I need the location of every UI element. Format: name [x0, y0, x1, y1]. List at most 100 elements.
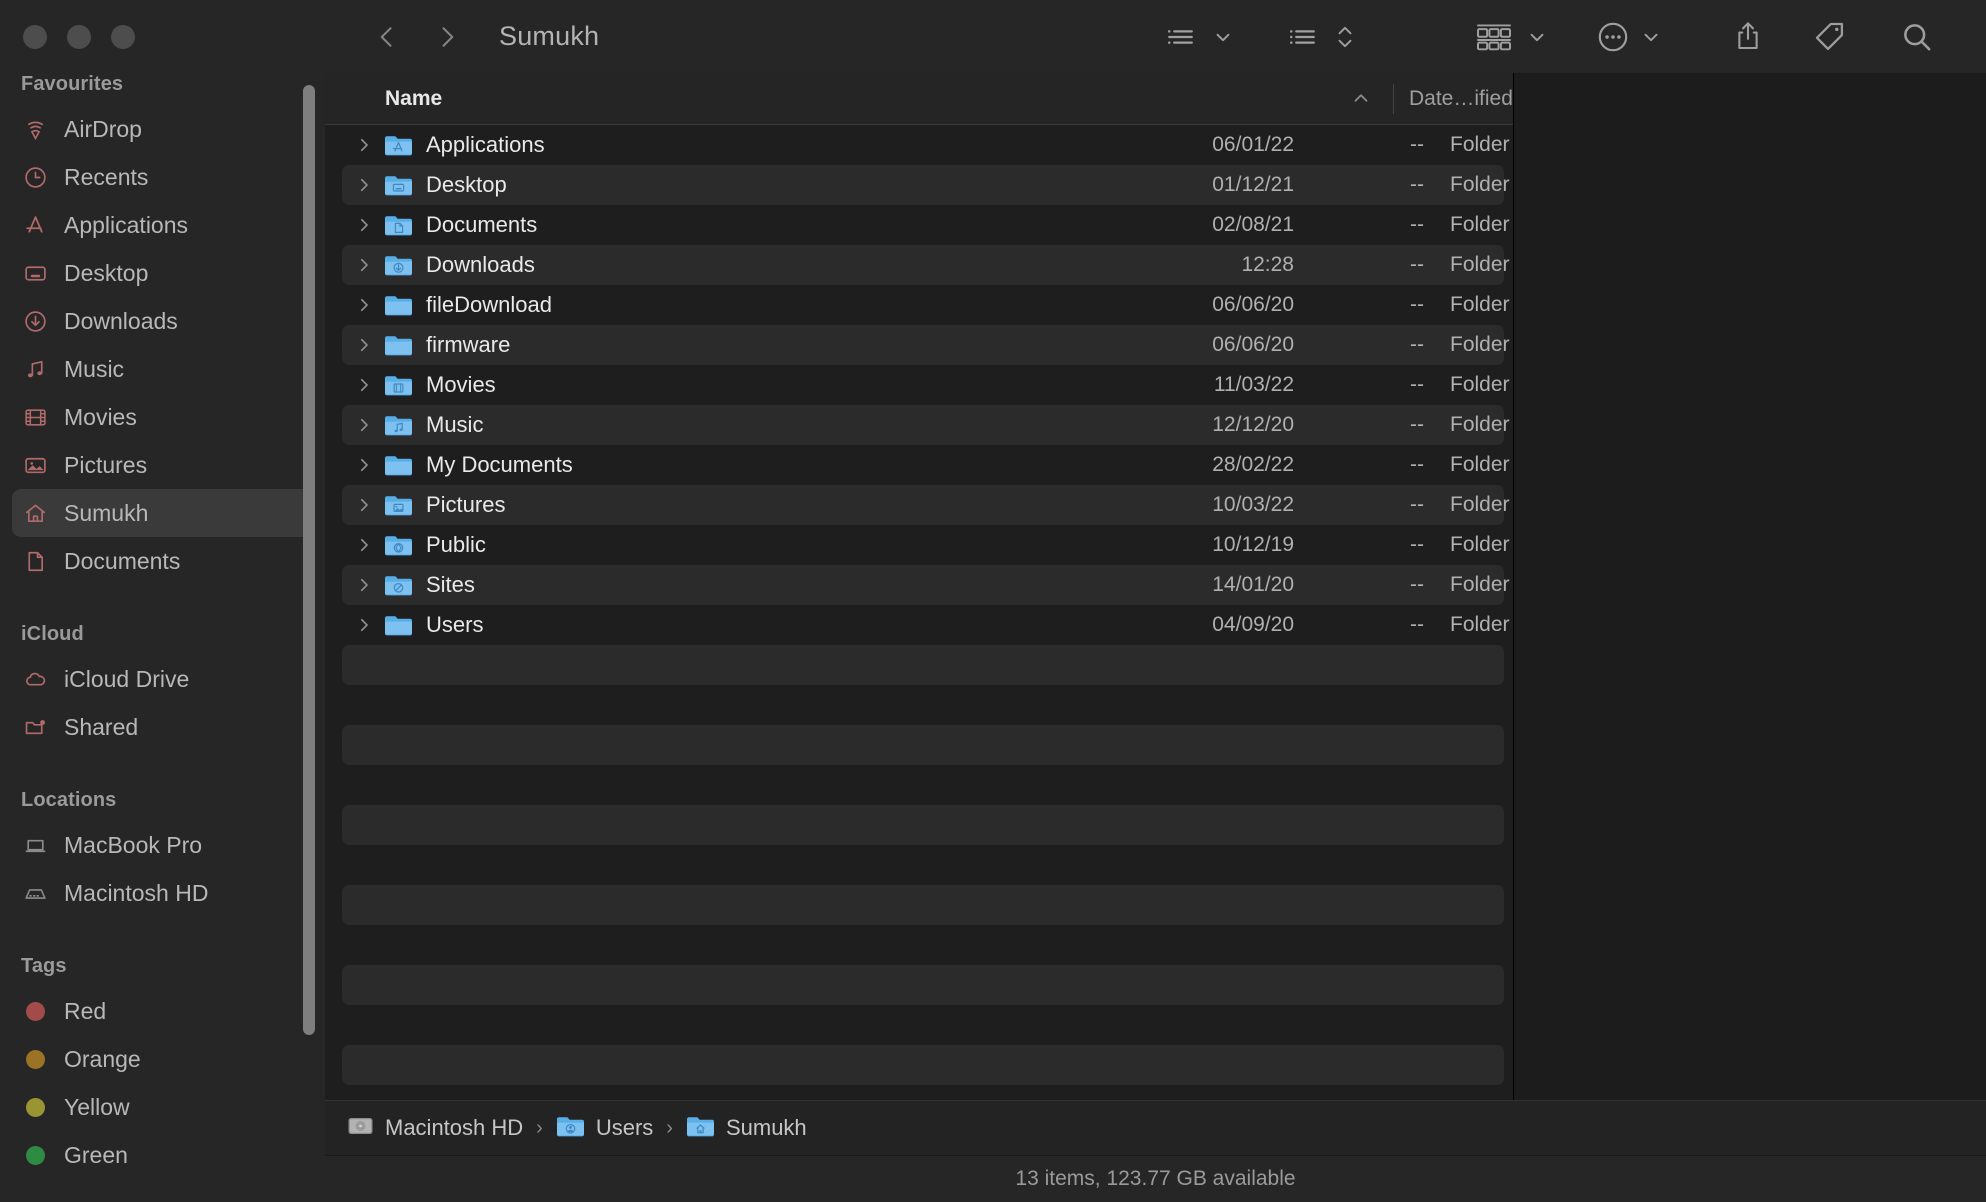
file-kind: Folder [1450, 333, 1510, 356]
file-kind: Folder [1450, 613, 1510, 636]
sidebar-item-tag-green[interactable]: Green [12, 1131, 313, 1179]
sidebar-item-sumukh[interactable]: Sumukh [12, 489, 313, 537]
share-button[interactable] [1732, 13, 1764, 61]
minimize-button[interactable] [67, 25, 91, 49]
disclosure-chevron-icon[interactable] [355, 176, 373, 194]
table-row[interactable]: firmware 06/06/20 -- Folder [342, 325, 1510, 365]
sidebar-item-music[interactable]: Music [12, 345, 313, 393]
file-size: -- [1410, 173, 1424, 196]
column-header-name[interactable]: Name [385, 73, 442, 125]
table-row[interactable]: Users 04/09/20 -- Folder [342, 605, 1510, 645]
chevron-down-icon [1640, 26, 1662, 48]
file-name: Sites [426, 572, 475, 597]
table-row[interactable]: Movies 11/03/22 -- Folder [342, 365, 1510, 405]
file-kind: Folder [1450, 493, 1510, 516]
file-date: 12/12/20 [1212, 413, 1294, 436]
file-kind: Folder [1450, 253, 1510, 276]
table-row[interactable]: Desktop 01/12/21 -- Folder [342, 165, 1510, 205]
sidebar-item-shared[interactable]: Shared [12, 703, 313, 751]
sidebar-item-airdrop[interactable]: AirDrop [12, 105, 313, 153]
table-row[interactable]: Music 12/12/20 -- Folder [342, 405, 1510, 445]
sidebar-item-documents[interactable]: Documents [12, 537, 313, 585]
disclosure-chevron-icon[interactable] [355, 296, 373, 314]
close-button[interactable] [23, 25, 47, 49]
zoom-button[interactable] [111, 25, 135, 49]
sidebar-item-downloads[interactable]: Downloads [12, 297, 313, 345]
column-header-date-modified[interactable]: Date…ified [1409, 73, 1513, 125]
view-as-gallery-button[interactable] [1472, 13, 1548, 61]
tags-button[interactable] [1813, 13, 1847, 61]
folder-plain-icon [384, 293, 413, 317]
sidebar-item-pictures[interactable]: Pictures [12, 441, 313, 489]
sidebar-group-favourites-title: Favourites [21, 73, 124, 95]
path-item-users[interactable]: Users [556, 1114, 653, 1143]
more-actions-button[interactable] [1596, 13, 1662, 61]
path-label: Users [595, 1115, 654, 1140]
table-row[interactable]: Applications 06/01/22 -- Folder [342, 125, 1510, 165]
preview-pane [1514, 73, 1986, 1202]
file-kind: Folder [1450, 213, 1510, 236]
file-name: fileDownload [426, 292, 552, 317]
file-date: 12:28 [1241, 253, 1294, 276]
disclosure-chevron-icon[interactable] [355, 416, 373, 434]
table-row[interactable]: My Documents 28/02/22 -- Folder [342, 445, 1510, 485]
view-as-list-button[interactable] [1164, 13, 1234, 61]
file-date: 06/06/20 [1212, 333, 1294, 356]
disclosure-chevron-icon[interactable] [355, 216, 373, 234]
file-date: 02/08/21 [1212, 213, 1294, 236]
sidebar-item-macintosh-hd[interactable]: Macintosh HD [12, 869, 313, 917]
file-kind: Folder [1450, 413, 1510, 436]
disclosure-chevron-icon[interactable] [355, 256, 373, 274]
disclosure-chevron-icon[interactable] [355, 376, 373, 394]
sidebar-item-label: Red [64, 997, 107, 1024]
file-date: 10/03/22 [1212, 493, 1294, 516]
sidebar-item-tag-yellow[interactable]: Yellow [12, 1083, 313, 1131]
disclosure-chevron-icon[interactable] [355, 336, 373, 354]
empty-row [342, 765, 1504, 805]
drive-icon [22, 880, 49, 907]
column-divider[interactable] [1393, 84, 1394, 114]
sidebar-group-icloud-title: iCloud [21, 623, 84, 645]
table-row[interactable]: Public 10/12/19 -- Folder [342, 525, 1510, 565]
sidebar-item-tag-orange[interactable]: Orange [12, 1035, 313, 1083]
table-row[interactable]: Pictures 10/03/22 -- Folder [342, 485, 1510, 525]
disclosure-chevron-icon[interactable] [355, 536, 373, 554]
back-button[interactable] [365, 15, 409, 59]
file-name: Users [426, 612, 484, 637]
table-row[interactable]: Sites 14/01/20 -- Folder [342, 565, 1510, 605]
disclosure-chevron-icon[interactable] [355, 576, 373, 594]
disclosure-chevron-icon[interactable] [355, 616, 373, 634]
path-item-sumukh[interactable]: Sumukh [686, 1114, 807, 1143]
file-size: -- [1410, 253, 1424, 276]
sidebar-item-icloud-drive[interactable]: iCloud Drive [12, 655, 313, 703]
sidebar-scrollbar[interactable] [303, 85, 315, 1035]
sidebar-item-movies[interactable]: Movies [12, 393, 313, 441]
search-button[interactable] [1900, 13, 1934, 61]
group-sort-button[interactable] [1286, 13, 1356, 61]
forward-button[interactable] [425, 15, 469, 59]
sidebar-item-desktop[interactable]: Desktop [12, 249, 313, 297]
path-item-macintosh-hd[interactable]: Macintosh HD [347, 1115, 523, 1142]
file-date: 28/02/22 [1212, 453, 1294, 476]
list-view-icon [1164, 13, 1202, 61]
sidebar-item-recents[interactable]: Recents [12, 153, 313, 201]
table-row[interactable]: fileDownload 06/06/20 -- Folder [342, 285, 1510, 325]
disclosure-chevron-icon[interactable] [355, 496, 373, 514]
disclosure-chevron-icon[interactable] [355, 136, 373, 154]
chevron-up-down-icon [1334, 22, 1356, 52]
ellipsis-circle-icon [1596, 13, 1630, 61]
finder-window: Favourites AirDrop Recents Applications … [0, 0, 1986, 1202]
file-size: -- [1410, 133, 1424, 156]
sidebar-group-tags-title: Tags [21, 955, 67, 977]
empty-row [342, 1045, 1504, 1085]
file-size: -- [1410, 573, 1424, 596]
sidebar-item-tag-red[interactable]: Red [12, 987, 313, 1035]
sidebar-item-macbook-pro[interactable]: MacBook Pro [12, 821, 313, 869]
disclosure-chevron-icon[interactable] [355, 456, 373, 474]
file-size: -- [1410, 533, 1424, 556]
home-icon [22, 500, 49, 527]
sidebar-item-applications[interactable]: Applications [12, 201, 313, 249]
table-row[interactable]: Documents 02/08/21 -- Folder [342, 205, 1510, 245]
table-row[interactable]: Downloads 12:28 -- Folder [342, 245, 1510, 285]
sidebar-item-label: Recents [64, 163, 149, 190]
